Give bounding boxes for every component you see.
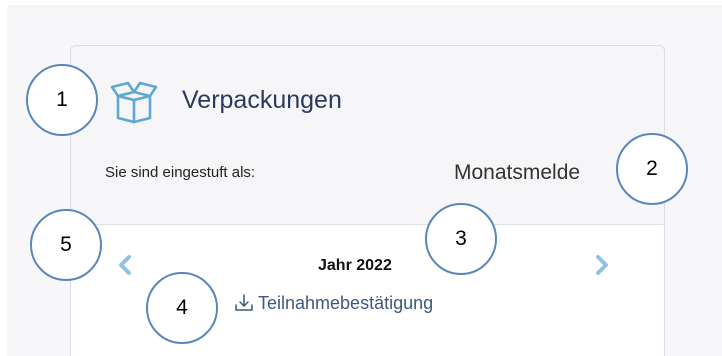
chevron-right-icon bbox=[596, 255, 608, 275]
download-label: Teilnahmebestätigung bbox=[258, 293, 434, 313]
box-open-icon bbox=[109, 78, 159, 124]
download-icon bbox=[234, 293, 254, 313]
classification-value: Monatsmelde bbox=[454, 161, 581, 184]
year-label: Jahr 2022 bbox=[318, 257, 392, 274]
callout-marker: 4 bbox=[146, 272, 218, 344]
classification-label: Sie sind eingestuft als: bbox=[105, 164, 256, 181]
page: Verpackungen Sie sind eingestuft als: Mo… bbox=[0, 0, 722, 356]
card-header: Verpackungen Sie sind eingestuft als: Mo… bbox=[71, 46, 664, 225]
card-title: Verpackungen bbox=[182, 86, 342, 114]
callout-marker: 5 bbox=[30, 209, 102, 281]
callout-marker: 2 bbox=[616, 133, 688, 205]
previous-year-button[interactable] bbox=[115, 254, 135, 276]
next-year-button[interactable] bbox=[592, 254, 612, 276]
callout-marker: 1 bbox=[26, 64, 98, 136]
participation-confirmation-link[interactable]: Teilnahmebestätigung bbox=[234, 291, 433, 315]
callout-marker: 3 bbox=[425, 203, 497, 275]
chevron-left-icon bbox=[119, 255, 131, 275]
